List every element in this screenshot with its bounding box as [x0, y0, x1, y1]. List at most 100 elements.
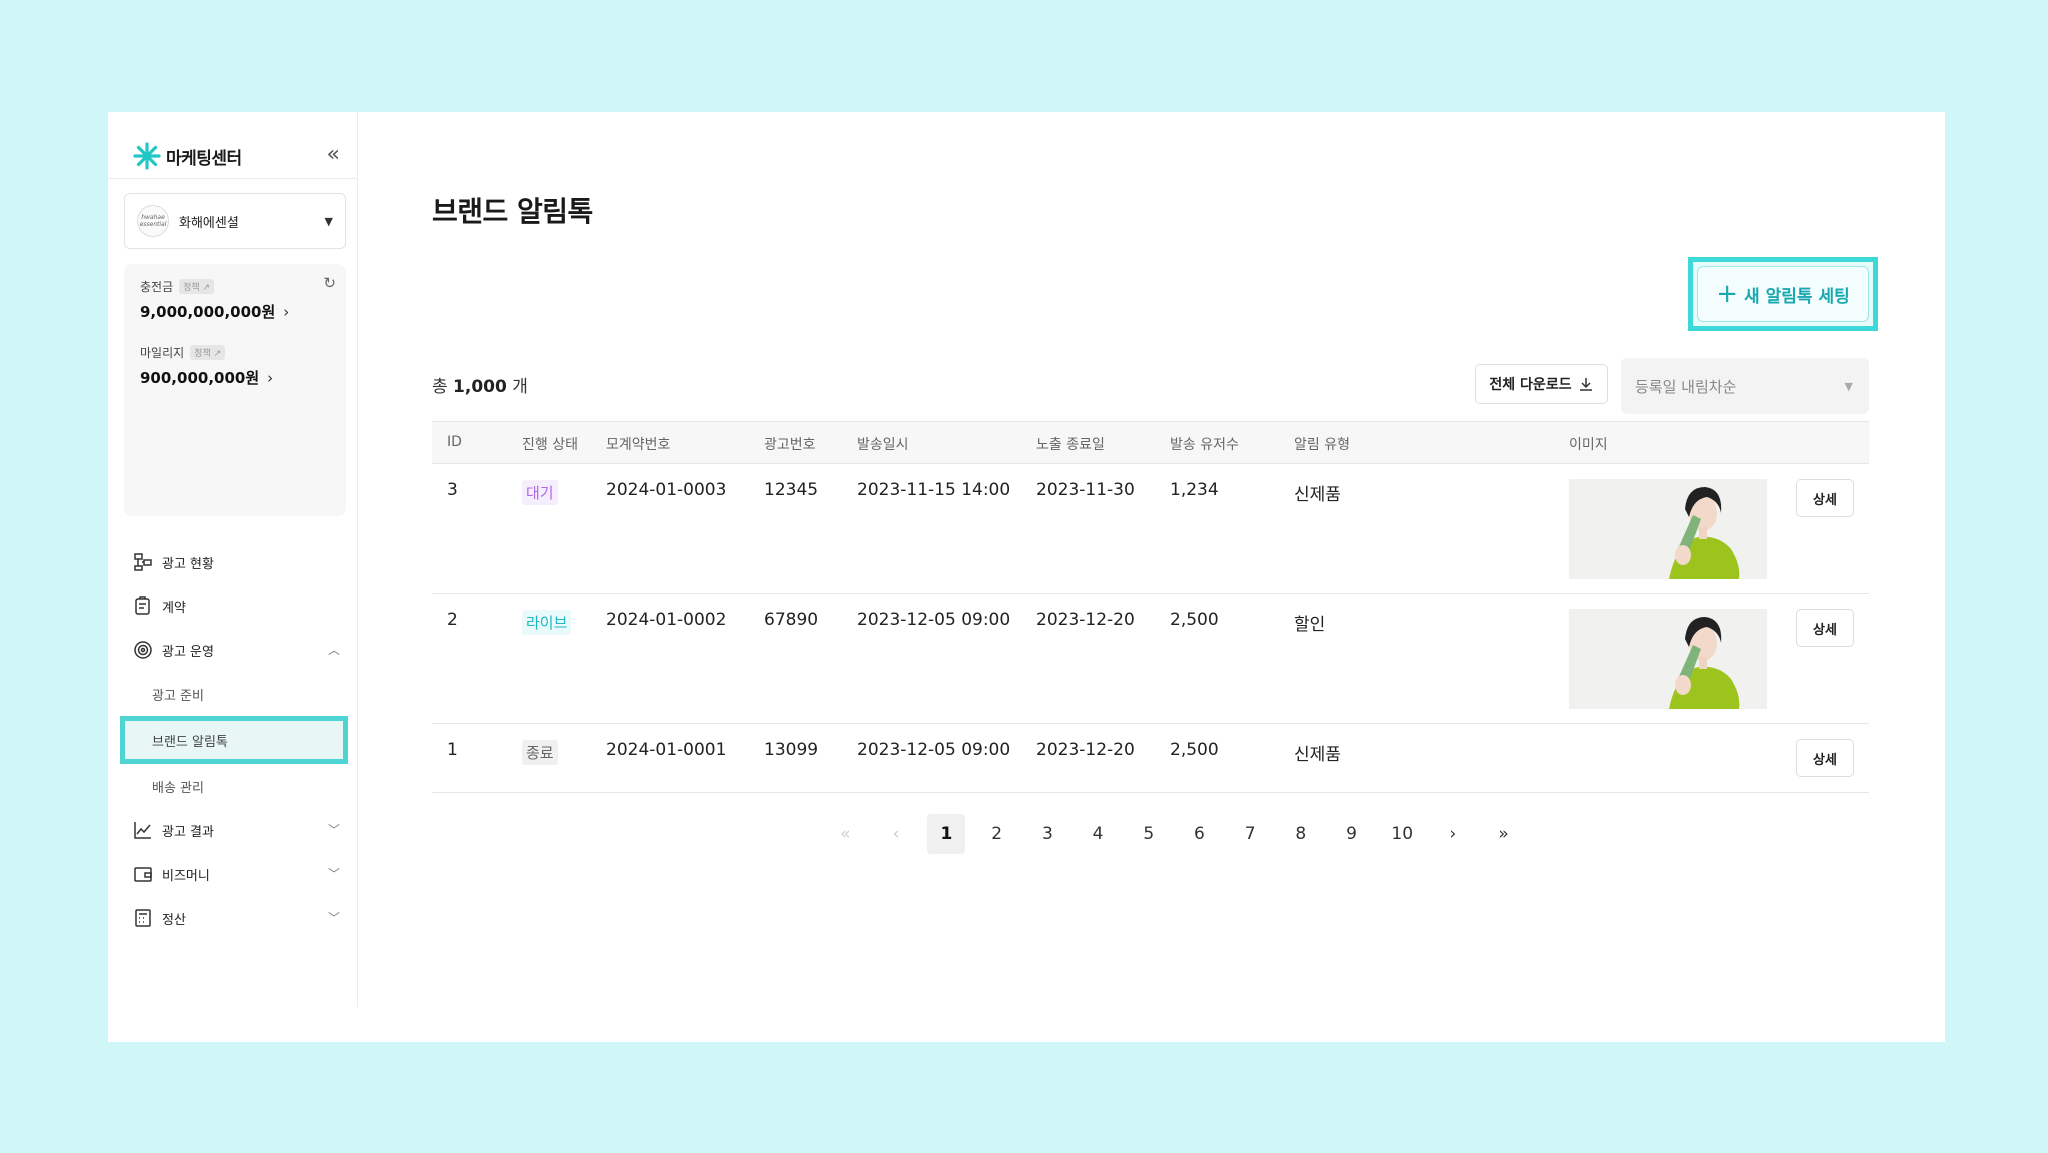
sidebar-subitem-brand-alimtalk[interactable]: 브랜드 알림톡: [120, 716, 348, 764]
wallet-icon: [132, 863, 154, 885]
charge-label-row: 충전금 정책 ↗: [140, 278, 330, 295]
sort-select[interactable]: 등록일 내림차순 ▼: [1621, 358, 1869, 414]
cell-id: 2: [447, 610, 458, 630]
cell-type: 할인: [1294, 615, 1326, 635]
target-icon: [132, 639, 154, 661]
status-badge: 라이브: [522, 610, 572, 635]
sidebar-item-label: 광고 결과: [162, 824, 214, 840]
logo-text: 마케팅센터: [166, 148, 242, 169]
first-page-button[interactable]: «: [820, 814, 871, 854]
mileage-value[interactable]: 900,000,000원 ›: [140, 367, 330, 388]
new-alimtalk-button[interactable]: + 새 알림톡 세팅: [1697, 266, 1869, 322]
cell-contract-no: 2024-01-0003: [606, 480, 727, 500]
charge-value[interactable]: 9,000,000,000원 ›: [140, 301, 330, 322]
clipboard-icon: [132, 595, 154, 617]
page-button-7[interactable]: 7: [1225, 814, 1276, 854]
logo[interactable]: 마케팅센터 «: [132, 134, 358, 178]
chevron-up-icon: ︿: [327, 643, 340, 657]
caret-down-icon: ▼: [324, 214, 333, 228]
page-button-3[interactable]: 3: [1022, 814, 1073, 854]
new-button-highlight: + 새 알림톡 세팅: [1688, 257, 1878, 331]
next-page-button[interactable]: ›: [1428, 814, 1479, 854]
col-ad-no: 광고번호: [764, 437, 816, 453]
sidebar-item-settlement[interactable]: 정산 ﹀: [124, 896, 350, 940]
page-button-6[interactable]: 6: [1174, 814, 1225, 854]
cell-users: 2,500: [1170, 740, 1219, 760]
last-page-button[interactable]: »: [1478, 814, 1529, 854]
detail-button[interactable]: 상세: [1796, 609, 1854, 647]
table-row: 2 라이브 2024-01-0002 67890 2023-12-05 09:0…: [432, 594, 1869, 724]
mileage-policy-link[interactable]: 정책 ↗: [190, 345, 226, 360]
prev-page-button[interactable]: ‹: [871, 814, 922, 854]
flow-chart-icon: [132, 551, 154, 573]
sidebar: 마케팅센터 « hwahae essential 화해에센셜 ▼ ↻ 충전금 정…: [108, 112, 358, 1007]
cell-ad-no: 13099: [764, 740, 819, 760]
table-header: ID 진행 상태 모계약번호 광고번호 발송일시 노출 종료일 발송 유저수 알…: [432, 421, 1869, 464]
sidebar-item-label: 정산: [162, 912, 186, 928]
brand-select[interactable]: hwahae essential 화해에센셜 ▼: [124, 193, 346, 249]
sidebar-subitem-delivery[interactable]: 배송 관리: [124, 764, 350, 808]
cell-ad-no: 67890: [764, 610, 819, 630]
col-status: 진행 상태: [522, 437, 578, 453]
cell-send-datetime: 2023-12-05 09:00: [857, 610, 1011, 630]
sidebar-item-ad-result[interactable]: 광고 결과 ﹀: [124, 808, 350, 852]
charge-label: 충전금: [140, 280, 174, 294]
cell-type: 신제품: [1294, 745, 1341, 765]
page-button-8[interactable]: 8: [1276, 814, 1327, 854]
pagination: « ‹ 1 2 3 4 5 6 7 8 9 10 › »: [820, 814, 1529, 854]
sidebar-item-ad-status[interactable]: 광고 현황: [124, 540, 350, 584]
page-button-4[interactable]: 4: [1073, 814, 1124, 854]
sidebar-item-bizmoney[interactable]: 비즈머니 ﹀: [124, 852, 350, 896]
charge-policy-link[interactable]: 정책 ↗: [179, 279, 215, 294]
cell-users: 1,234: [1170, 480, 1219, 500]
cell-id: 3: [447, 480, 458, 500]
cell-expose-end: 2023-11-30: [1036, 480, 1135, 500]
sidebar-item-ad-operation[interactable]: 광고 운영 ︿: [124, 628, 350, 672]
col-expose-end: 노출 종료일: [1036, 437, 1105, 453]
chevron-down-icon: ﹀: [327, 823, 340, 837]
sort-select-value: 등록일 내림차순: [1635, 377, 1737, 396]
status-badge: 종료: [522, 740, 558, 765]
balance-panel: ↻ 충전금 정책 ↗ 9,000,000,000원 › 마일리지 정책 ↗ 900…: [124, 264, 346, 516]
cell-users: 2,500: [1170, 610, 1219, 630]
download-all-button[interactable]: 전체 다운로드: [1475, 364, 1608, 404]
sidebar-subitem-ad-prep[interactable]: 광고 준비: [124, 672, 350, 716]
new-alimtalk-button-label: 새 알림톡 세팅: [1744, 286, 1850, 307]
mileage-label-row: 마일리지 정책 ↗: [140, 344, 330, 361]
chevron-right-icon: ›: [283, 302, 290, 321]
mileage-label: 마일리지: [140, 346, 185, 360]
col-send-datetime: 발송일시: [857, 437, 909, 453]
refresh-icon[interactable]: ↻: [323, 274, 336, 292]
detail-button[interactable]: 상세: [1796, 479, 1854, 517]
logo-star-icon: [133, 142, 161, 170]
table-row: 1 종료 2024-01-0001 13099 2023-12-05 09:00…: [432, 724, 1869, 793]
download-button-label: 전체 다운로드: [1489, 377, 1572, 393]
sidebar-item-contract[interactable]: 계약: [124, 584, 350, 628]
page-button-1[interactable]: 1: [927, 814, 966, 854]
sidebar-item-label: 광고 운영: [162, 644, 214, 660]
col-users: 발송 유저수: [1170, 437, 1239, 453]
sidebar-nav: 광고 현황 계약 광고 운영 ︿ 광고 준비 브랜드 알림톡 배송 관리 광고 …: [120, 540, 350, 940]
cell-send-datetime: 2023-11-15 14:00: [857, 480, 1011, 500]
col-image: 이미지: [1569, 437, 1608, 453]
brand-logo: hwahae essential: [137, 205, 169, 237]
ad-thumbnail-image: [1569, 479, 1767, 579]
collapse-sidebar-icon[interactable]: «: [327, 144, 340, 166]
chevron-right-icon: ›: [267, 368, 274, 387]
cell-expose-end: 2023-12-20: [1036, 740, 1135, 760]
page-button-2[interactable]: 2: [971, 814, 1022, 854]
cell-contract-no: 2024-01-0002: [606, 610, 727, 630]
alimtalk-table: ID 진행 상태 모계약번호 광고번호 발송일시 노출 종료일 발송 유저수 알…: [432, 421, 1869, 793]
download-icon: [1579, 378, 1592, 391]
chevron-down-icon: ﹀: [327, 911, 340, 925]
page-title: 브랜드 알림톡: [432, 195, 593, 228]
cell-type: 신제품: [1294, 485, 1341, 505]
total-count: 총 1,000 개: [432, 377, 528, 397]
plus-icon: +: [1716, 279, 1739, 309]
col-type: 알림 유형: [1294, 437, 1350, 453]
main-card: 마케팅센터 « hwahae essential 화해에센셜 ▼ ↻ 충전금 정…: [108, 112, 1945, 1042]
page-button-10[interactable]: 10: [1377, 814, 1428, 854]
detail-button[interactable]: 상세: [1796, 739, 1854, 777]
page-button-9[interactable]: 9: [1326, 814, 1377, 854]
page-button-5[interactable]: 5: [1123, 814, 1174, 854]
